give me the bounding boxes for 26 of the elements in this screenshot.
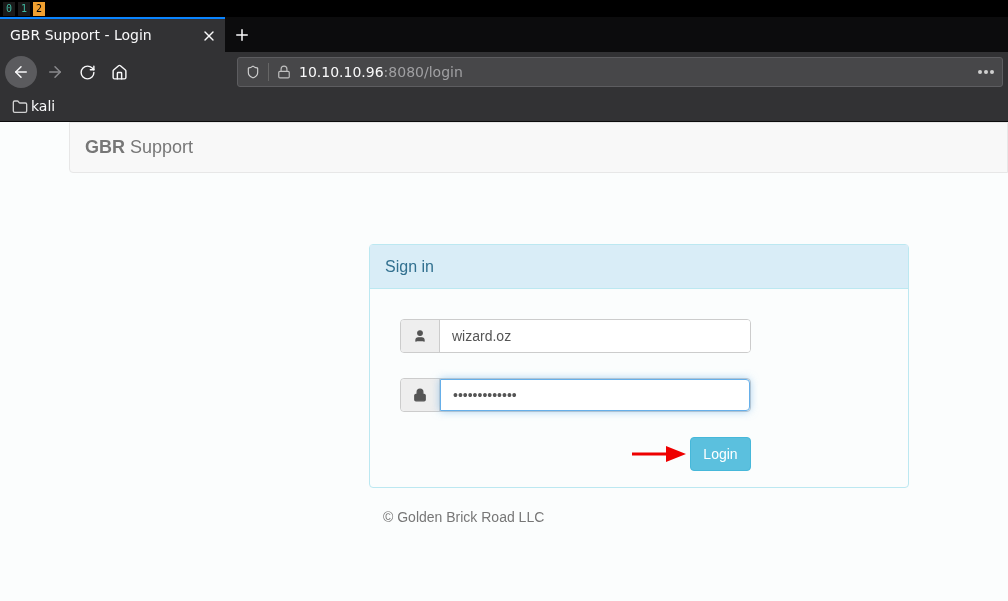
tab-title: GBR Support - Login	[10, 26, 152, 45]
folder-icon	[12, 98, 28, 115]
password-input-group[interactable]: •••••••••••••	[400, 378, 751, 412]
shield-icon[interactable]	[246, 65, 260, 79]
home-icon[interactable]	[111, 63, 128, 81]
more-icon[interactable]	[978, 70, 994, 74]
workspace-tag[interactable]: 0	[3, 1, 16, 16]
browser-tab[interactable]: GBR Support - Login	[0, 17, 225, 52]
password-field[interactable]: •••••••••••••	[440, 379, 750, 411]
user-icon	[413, 329, 427, 343]
reload-icon[interactable]	[79, 63, 96, 81]
site-brand[interactable]: GBR Support	[85, 134, 194, 161]
bookmark-folder[interactable]: kali	[12, 96, 56, 117]
username-input-group[interactable]: wizard.oz	[400, 319, 751, 353]
padlock-icon	[413, 388, 427, 402]
footer-copyright: © Golden Brick Road LLC	[383, 508, 546, 527]
workspace-tag[interactable]: 1	[18, 1, 31, 16]
panel-title: Sign in	[385, 256, 434, 277]
workspace-tag[interactable]: 2	[33, 1, 46, 16]
forward-arrow-icon[interactable]	[46, 63, 64, 81]
username-field[interactable]: wizard.oz	[440, 320, 750, 352]
address-bar[interactable]: 10.10.10.96:8080/login	[237, 57, 1003, 87]
url-text: 10.10.10.96:8080/login	[299, 62, 463, 82]
insecure-lock-icon[interactable]	[277, 65, 291, 79]
back-button[interactable]	[5, 56, 37, 88]
arrow-annotation	[632, 446, 686, 462]
